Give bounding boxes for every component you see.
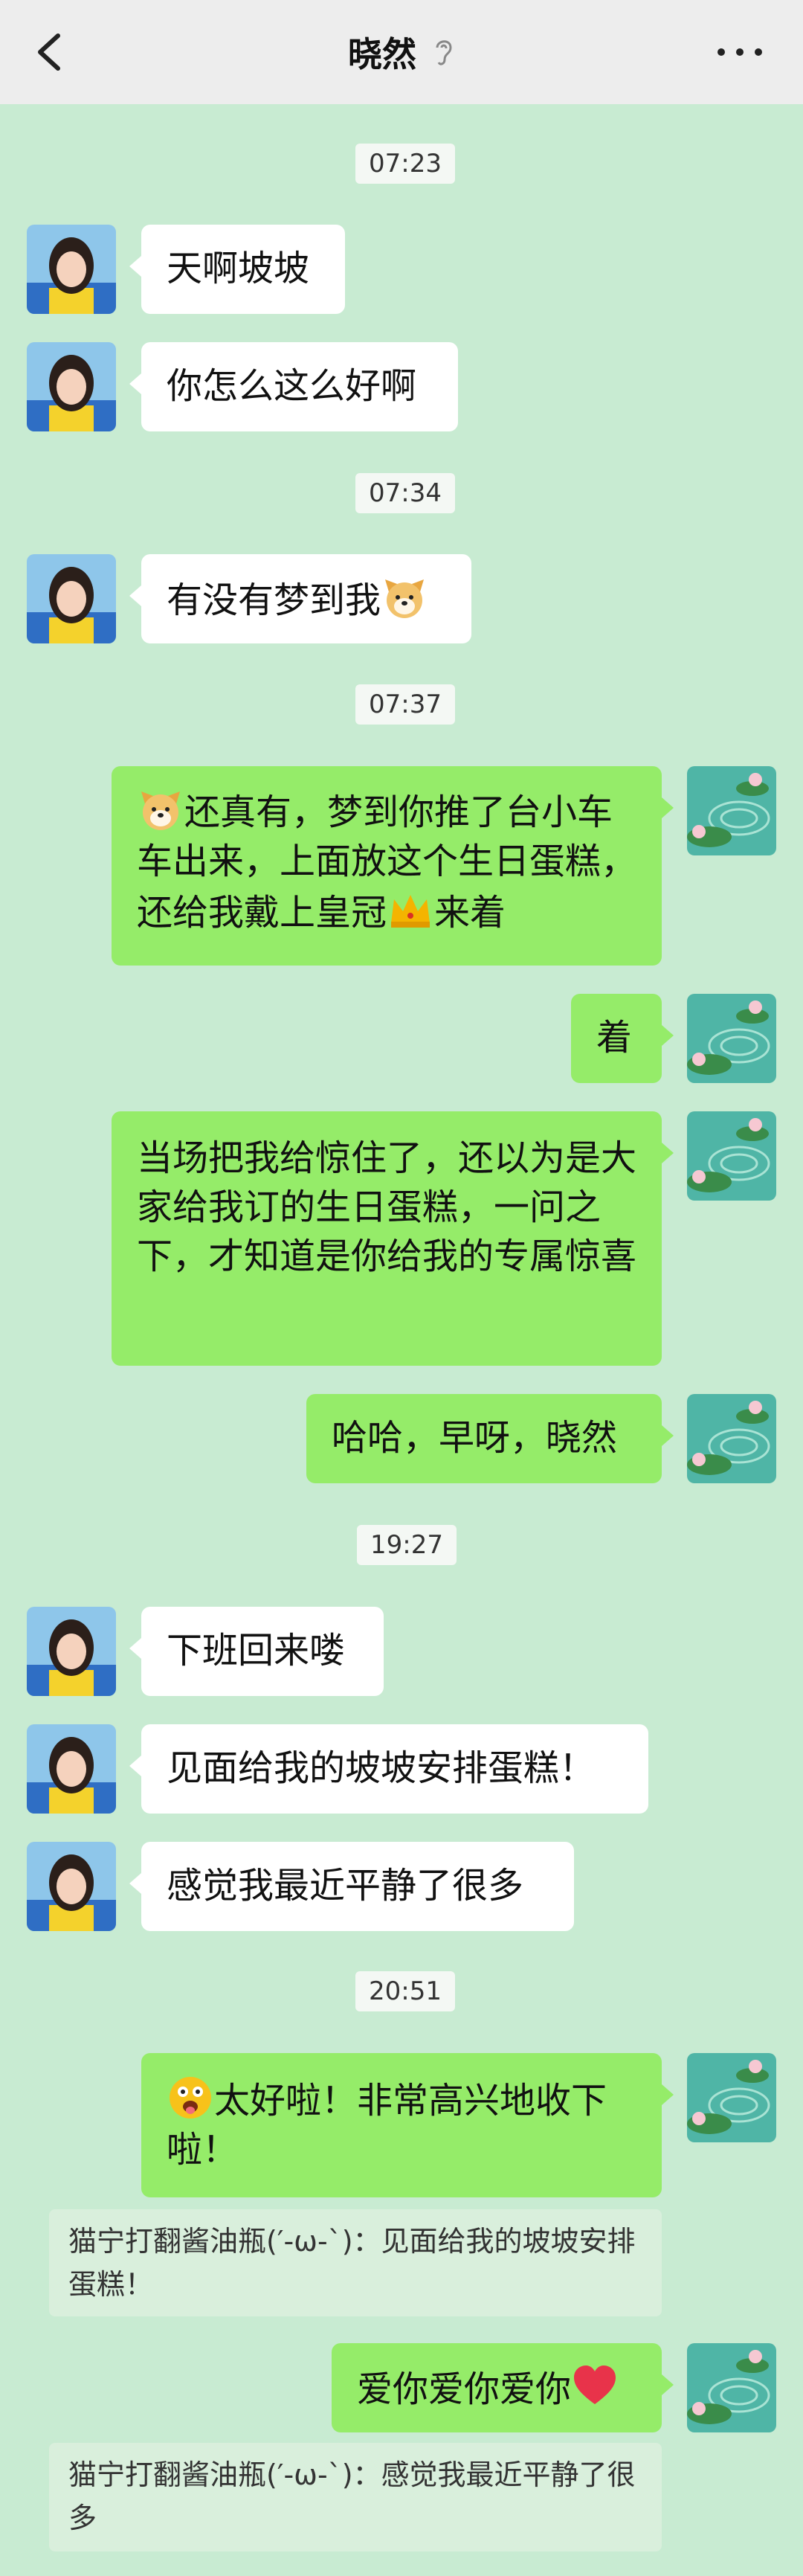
my-avatar[interactable] (687, 2343, 776, 2432)
chat-title: 晓然 (0, 0, 803, 104)
contact-avatar[interactable] (27, 342, 116, 431)
outgoing-message[interactable]: 还真有，梦到你推了台小车车出来，上面放这个生日蛋糕，还给我戴上皇冠 来着 (112, 766, 674, 966)
outgoing-message[interactable]: 着 (571, 994, 674, 1083)
outgoing-message[interactable]: 太好啦！非常高兴地收下啦！ (141, 2053, 674, 2197)
contact-avatar[interactable] (27, 554, 116, 643)
dog-emoji-icon (141, 791, 180, 830)
contact-avatar[interactable] (27, 1724, 116, 1814)
chat-header: 晓然 (0, 0, 803, 104)
outgoing-message[interactable]: 爱你爱你爱你 (332, 2343, 674, 2432)
contact-name: 晓然 (348, 34, 416, 74)
outgoing-message[interactable]: 当场把我给惊住了，还以为是大家给我订的生日蛋糕，一问之下，才知道是你给我的专属惊… (112, 1111, 674, 1366)
tongue-face-emoji-icon (170, 2077, 211, 2119)
timestamp: 07:37 (355, 684, 455, 725)
incoming-message[interactable]: 见面给我的坡坡安排蛋糕！ (129, 1724, 648, 1814)
dog-emoji-icon (385, 579, 425, 618)
contact-avatar[interactable] (27, 225, 116, 314)
my-avatar[interactable] (687, 1111, 776, 1201)
contact-avatar[interactable] (27, 1842, 116, 1931)
heart-emoji-icon (574, 2365, 616, 2404)
my-avatar[interactable] (687, 1394, 776, 1483)
my-avatar[interactable] (687, 994, 776, 1083)
my-avatar[interactable] (687, 766, 776, 855)
incoming-message[interactable]: 下班回来喽 (129, 1607, 384, 1696)
incoming-message[interactable]: 你怎么这么好啊 (129, 342, 458, 431)
quoted-reply[interactable]: 猫宁打翻酱油瓶(′-ω-`)：见面给我的坡坡安排蛋糕！ (49, 2209, 662, 2316)
more-dots-icon[interactable] (714, 45, 766, 60)
quoted-reply[interactable]: 猫宁打翻酱油瓶(′-ω-`)：感觉我最近平静了很多 (49, 2443, 662, 2551)
incoming-message[interactable]: 天啊坡坡 (129, 225, 345, 314)
outgoing-message[interactable]: 哈哈，早呀，晓然 (306, 1394, 674, 1483)
contact-avatar[interactable] (27, 1607, 116, 1696)
timestamp: 07:34 (355, 473, 455, 513)
incoming-message[interactable]: 有没有梦到我 (129, 554, 471, 643)
timestamp: 07:23 (355, 144, 455, 184)
incoming-message[interactable]: 感觉我最近平静了很多 (129, 1842, 574, 1931)
timestamp: 20:51 (355, 1971, 455, 2011)
crown-emoji-icon (391, 895, 430, 928)
ear-icon (436, 40, 452, 65)
timestamp: 19:27 (357, 1525, 457, 1565)
my-avatar[interactable] (687, 2053, 776, 2142)
